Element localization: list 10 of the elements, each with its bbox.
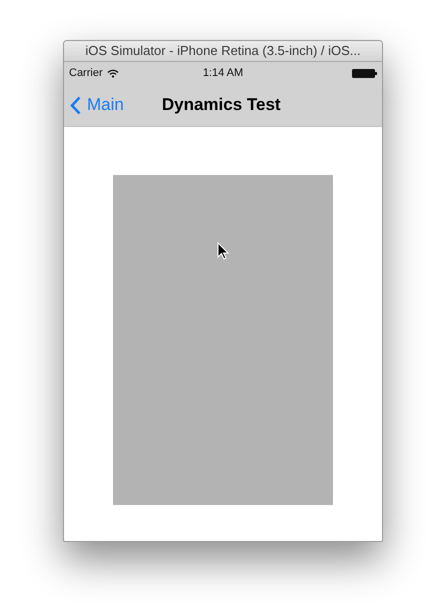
battery-icon (352, 68, 377, 78)
carrier-label: Carrier (69, 66, 103, 81)
draggable-view[interactable] (113, 175, 333, 505)
wifi-icon (106, 68, 119, 78)
status-time: 1:14 AM (202, 66, 244, 81)
screen-title: Dynamics Test (162, 94, 281, 116)
back-button[interactable]: Main (70, 92, 124, 118)
window-title: iOS Simulator - iPhone Retina (3.5-inch) / iOS... (85, 42, 361, 60)
chevron-left-icon (70, 96, 81, 114)
cursor-icon (217, 242, 229, 260)
